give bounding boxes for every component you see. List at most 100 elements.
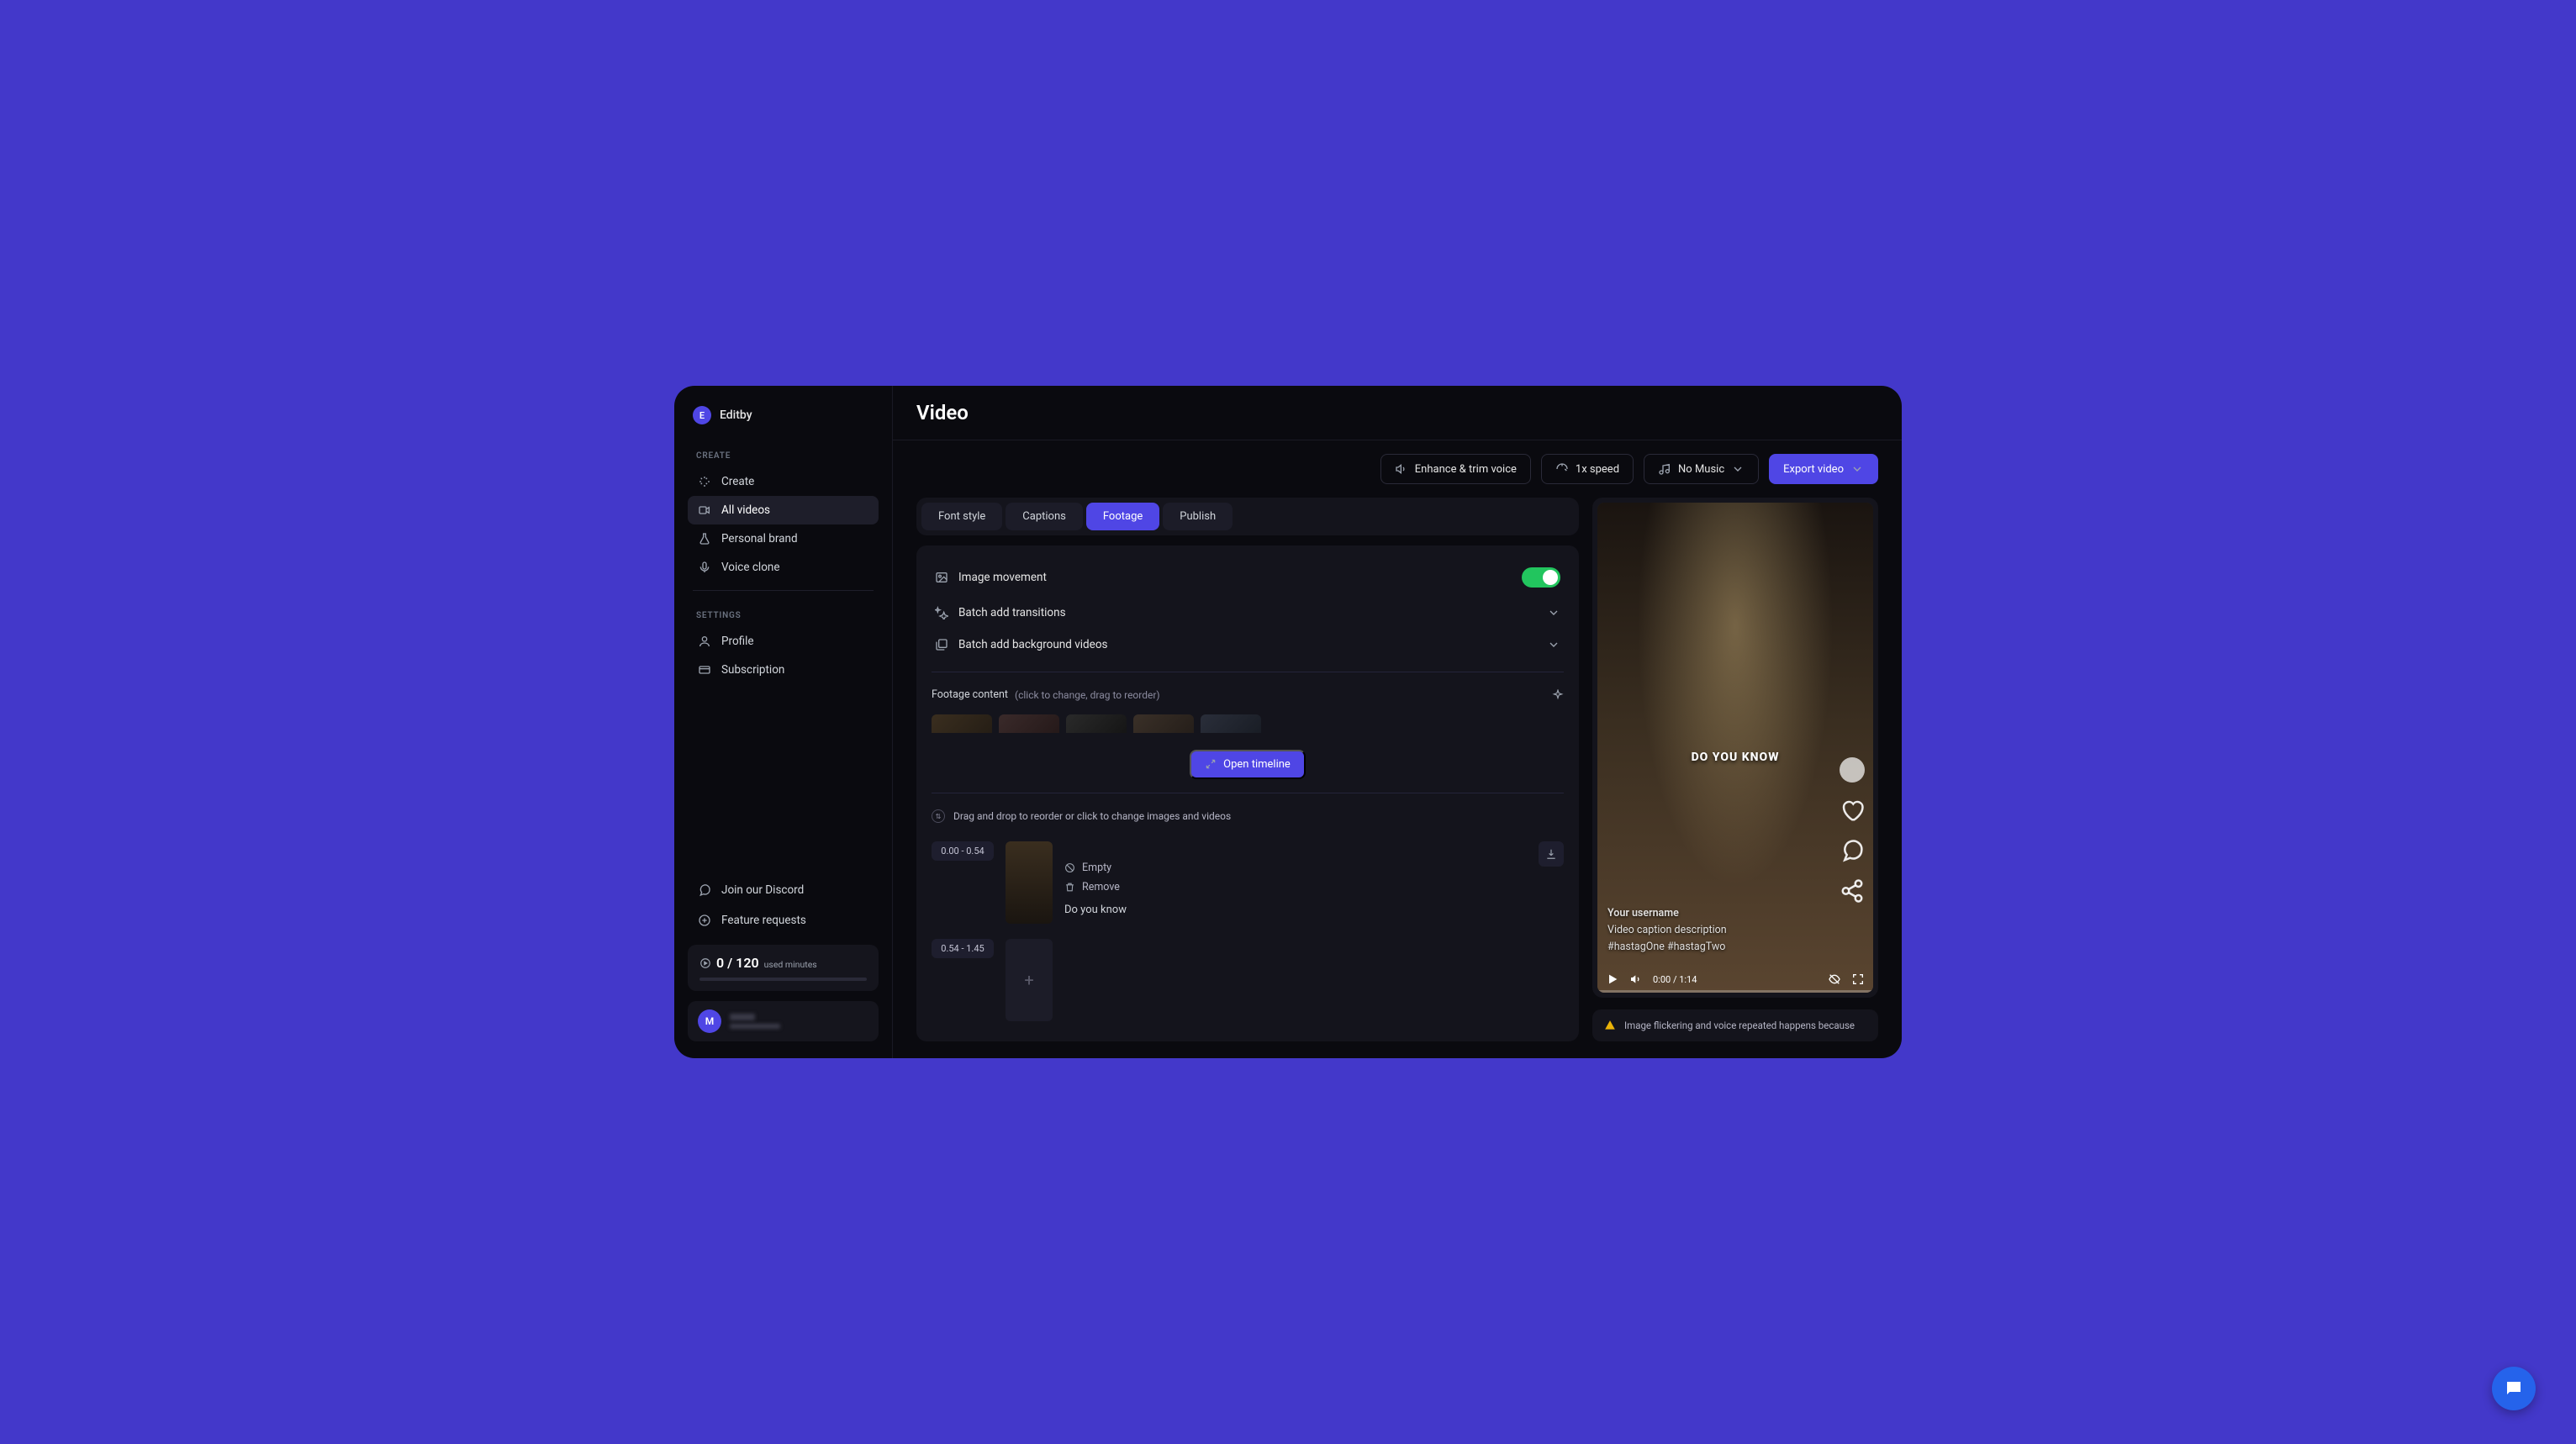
download-icon <box>1545 848 1557 860</box>
video-caption: DO YOU KNOW <box>1692 751 1780 764</box>
nav-label: Personal brand <box>721 532 798 545</box>
expand-icon <box>1205 758 1217 770</box>
main: Video Enhance & trim voice 1x speed No M… <box>893 386 1902 1058</box>
play-circle-icon <box>699 957 711 969</box>
drag-badge-icon: ⇅ <box>932 809 945 823</box>
video-progress[interactable] <box>1597 990 1873 993</box>
footage-thumb[interactable] <box>1066 714 1127 732</box>
usage-box: 0 / 120 used minutes <box>688 945 879 991</box>
user-meta <box>730 1014 868 1029</box>
brand-avatar: E <box>693 406 711 424</box>
chat-bubble-icon <box>2504 1378 2524 1399</box>
header: Video <box>893 386 1902 440</box>
clip-time: 0.54 - 1.45 <box>932 939 994 958</box>
user-avatar: M <box>698 1009 721 1033</box>
clip-remove-action[interactable]: Remove <box>1064 881 1527 893</box>
tab-font-style[interactable]: Font style <box>921 503 1002 530</box>
page-title: Video <box>916 401 1878 424</box>
nav-label: Feature requests <box>721 914 806 927</box>
user-box[interactable]: M <box>688 1001 879 1041</box>
play-icon[interactable] <box>1606 972 1619 986</box>
tab-captions[interactable]: Captions <box>1006 503 1083 530</box>
chat-fab[interactable] <box>2492 1367 2536 1410</box>
clip-empty-action[interactable]: Empty <box>1064 862 1527 874</box>
download-button[interactable] <box>1539 841 1564 867</box>
nav-label: Subscription <box>721 663 784 677</box>
speed-button[interactable]: 1x speed <box>1541 454 1634 484</box>
comment-icon[interactable] <box>1840 838 1865 863</box>
footage-thumbs <box>932 714 1564 732</box>
action-label: Remove <box>1082 881 1120 893</box>
chevron-down-icon <box>1731 462 1745 476</box>
overlay-avatar-icon[interactable] <box>1840 757 1865 783</box>
preview-username: Your username <box>1607 905 1826 922</box>
user-icon <box>698 635 711 648</box>
volume-icon[interactable] <box>1629 972 1643 986</box>
video-preview[interactable]: DO YOU KNOW Your username Video caption … <box>1597 503 1873 993</box>
music-icon <box>1658 462 1671 476</box>
nav-profile[interactable]: Profile <box>688 627 879 656</box>
footage-thumb[interactable] <box>1133 714 1194 732</box>
option-label: Batch add background videos <box>958 638 1107 651</box>
option-batch-transitions[interactable]: Batch add transitions <box>932 599 1564 626</box>
clip-thumb-empty[interactable]: + <box>1006 939 1053 1021</box>
nav-label: All videos <box>721 503 770 517</box>
export-button[interactable]: Export video <box>1769 454 1878 484</box>
tab-footage[interactable]: Footage <box>1086 503 1159 530</box>
heart-icon[interactable] <box>1840 798 1865 823</box>
option-label: Batch add transitions <box>958 606 1066 619</box>
sidebar: E Editby CREATE Create All videos Person… <box>674 386 893 1058</box>
chevron-down-icon <box>1547 606 1560 619</box>
tabs: Font style Captions Footage Publish <box>916 498 1579 535</box>
fullscreen-icon[interactable] <box>1851 972 1865 986</box>
usage-label: used minutes <box>764 959 817 970</box>
volume-icon <box>1395 462 1408 476</box>
footage-label: Footage content <box>932 688 1008 701</box>
usage-value: 0 / 120 <box>716 955 759 971</box>
tab-publish[interactable]: Publish <box>1163 503 1233 530</box>
chat-icon <box>698 883 711 897</box>
share-icon[interactable] <box>1840 878 1865 904</box>
section-settings: SETTINGS <box>688 599 879 627</box>
nav-voice-clone[interactable]: Voice clone <box>688 553 879 582</box>
left-panel: Font style Captions Footage Publish Imag… <box>916 498 1579 1041</box>
clip-thumb[interactable] <box>1006 841 1053 924</box>
eye-off-icon[interactable] <box>1828 972 1841 986</box>
footage-thumb[interactable] <box>1201 714 1261 732</box>
button-label: Open timeline <box>1223 758 1291 771</box>
preview-frame: DO YOU KNOW Your username Video caption … <box>1592 498 1878 998</box>
nav-feature-requests[interactable]: Feature requests <box>688 906 879 935</box>
nav-all-videos[interactable]: All videos <box>688 496 879 524</box>
enhance-voice-button[interactable]: Enhance & trim voice <box>1380 454 1531 484</box>
nav-personal-brand[interactable]: Personal brand <box>688 524 879 553</box>
footage-thumb[interactable] <box>999 714 1059 732</box>
overlay-icons <box>1840 757 1865 904</box>
open-timeline-button[interactable]: Open timeline <box>1190 750 1306 779</box>
drag-hint: ⇅ Drag and drop to reorder or click to c… <box>932 806 1564 831</box>
warning-box: Image flickering and voice repeated happ… <box>1592 1009 1878 1041</box>
ban-icon <box>1064 862 1075 873</box>
usage-bar <box>699 978 867 981</box>
clip-time: 0.00 - 0.54 <box>932 841 994 861</box>
footage-thumb[interactable] <box>932 714 992 732</box>
button-label: Enhance & trim voice <box>1415 463 1517 476</box>
video-icon <box>698 503 711 517</box>
nav-create[interactable]: Create <box>688 467 879 496</box>
nav-subscription[interactable]: Subscription <box>688 656 879 684</box>
warning-text: Image flickering and voice repeated happ… <box>1624 1020 1855 1031</box>
button-label: Export video <box>1783 463 1844 476</box>
warning-icon <box>1604 1020 1616 1031</box>
option-batch-bg[interactable]: Batch add background videos <box>932 631 1564 658</box>
sparkle-icon <box>1552 689 1564 701</box>
music-button[interactable]: No Music <box>1644 454 1759 484</box>
clip-row: 0.54 - 1.45 + <box>932 934 1564 1026</box>
toggle-image-movement[interactable] <box>1522 567 1560 588</box>
nav-discord[interactable]: Join our Discord <box>688 876 879 904</box>
button-label: No Music <box>1678 463 1724 476</box>
clip-row: 0.00 - 0.54 Empty Remove Do you kn <box>932 836 1564 929</box>
flask-icon <box>698 532 711 545</box>
clip-text: Do you know <box>1064 904 1527 916</box>
gauge-icon <box>1555 462 1569 476</box>
panel-body: Image movement Batch add transitions Bat… <box>916 545 1579 1041</box>
sparkle-icon <box>698 475 711 488</box>
